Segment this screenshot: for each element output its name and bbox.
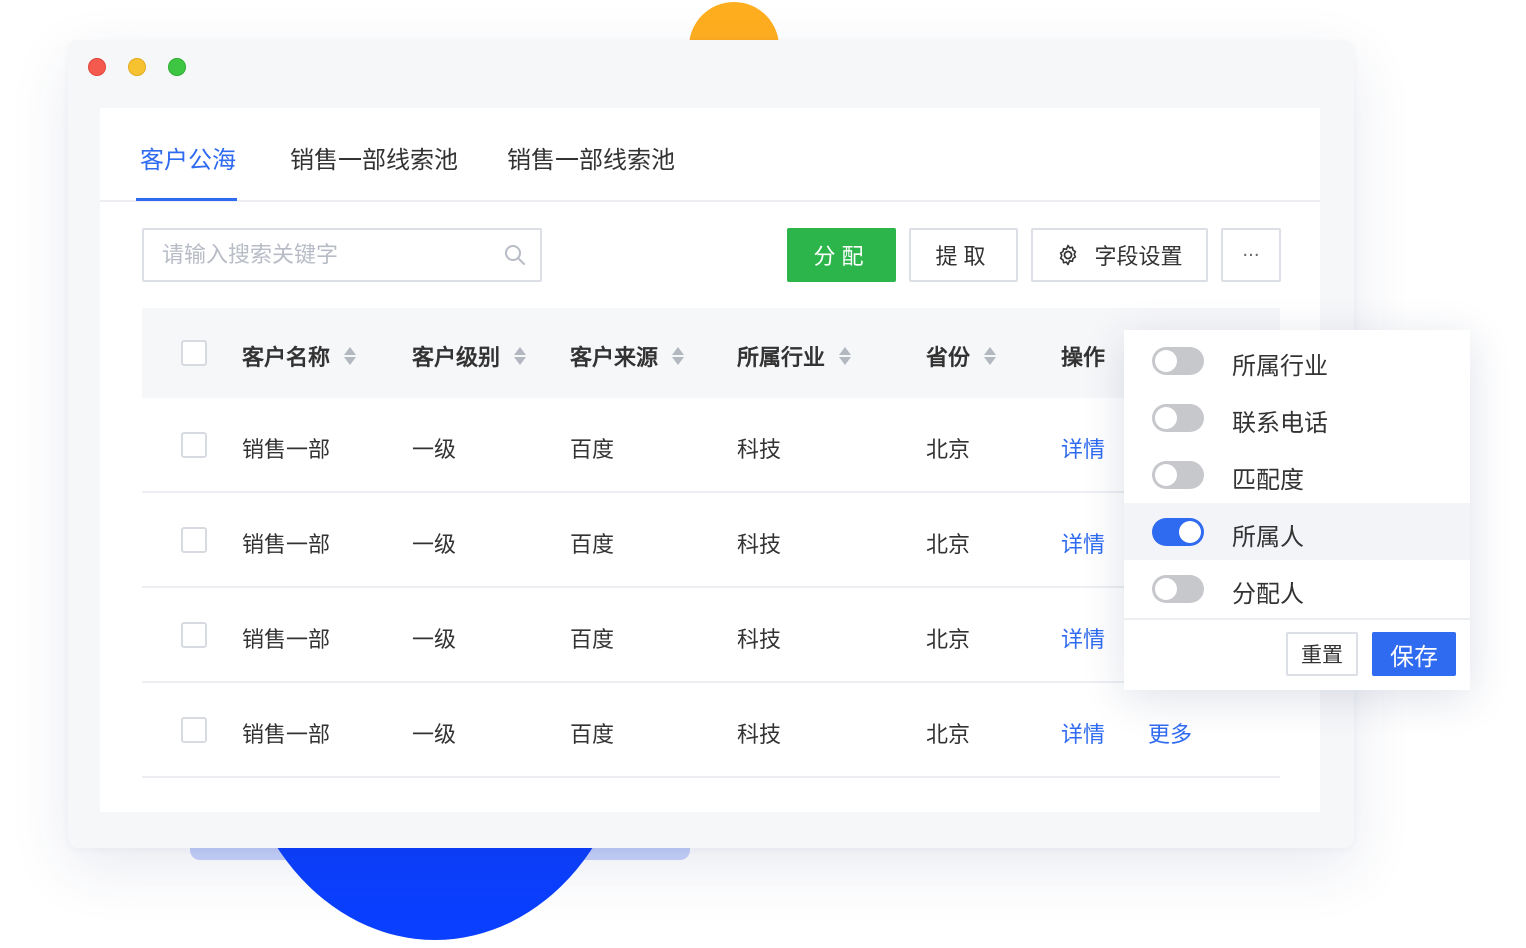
detail-link[interactable]: 详情	[1061, 432, 1105, 464]
header-label: 省份	[926, 346, 971, 371]
stage: 客户公海 销售一部线索池 销售一部线索池 分配 提取	[0, 0, 1526, 948]
cell-industry: 科技	[737, 628, 782, 653]
cell-source: 百度	[570, 533, 615, 558]
tab-sales-leads-2[interactable]: 销售一部线索池	[507, 140, 675, 175]
header-label: 客户名称	[242, 346, 331, 371]
cell-source: 百度	[570, 723, 615, 748]
header-label: 所属行业	[737, 346, 826, 371]
cell-name: 销售一部	[242, 628, 331, 653]
row-checkbox[interactable]	[181, 527, 207, 553]
header-province[interactable]: 省份	[926, 340, 997, 372]
active-tab-indicator	[136, 198, 237, 201]
cell-province: 北京	[926, 533, 971, 558]
search-box	[142, 228, 542, 282]
field-option-label: 所属人	[1232, 523, 1304, 551]
window-maximize-button[interactable]	[168, 58, 186, 76]
window-close-button[interactable]	[88, 58, 106, 76]
cell-level: 一级	[412, 628, 457, 653]
field-option-label: 所属行业	[1232, 352, 1328, 380]
toggle-knob	[1155, 407, 1177, 429]
table-row: 销售一部 一级 百度 科技 北京 详情	[142, 588, 1280, 683]
cell-name: 销售一部	[242, 533, 331, 558]
row-checkbox[interactable]	[181, 622, 207, 648]
sort-icon[interactable]	[344, 345, 357, 367]
table-row: 销售一部 一级 百度 科技 北京 详情	[142, 398, 1280, 493]
header-customer-source[interactable]: 客户来源	[570, 340, 685, 372]
cell-level: 一级	[412, 723, 457, 748]
cell-industry: 科技	[737, 438, 782, 463]
more-options-button[interactable]: ···	[1221, 228, 1281, 282]
tab-customer-pool[interactable]: 客户公海	[140, 140, 236, 175]
detail-link[interactable]: 详情	[1061, 717, 1105, 749]
cell-level: 一级	[412, 438, 457, 463]
field-toggle[interactable]	[1152, 575, 1204, 603]
sort-icon[interactable]	[514, 345, 527, 367]
window-minimize-button[interactable]	[128, 58, 146, 76]
field-option-label: 联系电话	[1232, 409, 1328, 437]
tab-sales-leads-1[interactable]: 销售一部线索池	[290, 140, 458, 175]
header-customer-level[interactable]: 客户级别	[412, 340, 527, 372]
cell-province: 北京	[926, 723, 971, 748]
field-settings-label: 字段设置	[1094, 245, 1183, 270]
cell-name: 销售一部	[242, 438, 331, 463]
row-checkbox[interactable]	[181, 717, 207, 743]
sort-icon[interactable]	[839, 345, 852, 367]
cell-industry: 科技	[737, 723, 782, 748]
table-row: 销售一部 一级 百度 科技 北京 详情	[142, 493, 1280, 588]
field-settings-popover: 所属行业 联系电话 匹配度 所属人 分配人 重置 保存	[1124, 330, 1470, 690]
header-customer-name[interactable]: 客户名称	[242, 340, 357, 372]
header-label: 客户来源	[570, 346, 659, 371]
gear-icon	[1060, 244, 1077, 266]
sort-icon[interactable]	[672, 345, 685, 367]
tab-bar: 客户公海 销售一部线索池 销售一部线索池	[100, 108, 1320, 202]
field-toggle[interactable]	[1152, 404, 1204, 432]
assign-button[interactable]: 分配	[787, 228, 896, 282]
field-option-phone[interactable]: 联系电话	[1124, 389, 1470, 446]
field-option-match[interactable]: 匹配度	[1124, 446, 1470, 503]
row-checkbox[interactable]	[181, 432, 207, 458]
field-option-owner[interactable]: 所属人	[1124, 503, 1470, 560]
field-option-assigner[interactable]: 分配人	[1124, 560, 1470, 617]
cell-province: 北京	[926, 438, 971, 463]
search-icon[interactable]	[504, 244, 526, 266]
toggle-knob	[1155, 350, 1177, 372]
more-link[interactable]: 更多	[1148, 717, 1192, 749]
header-label: 客户级别	[412, 346, 501, 371]
toggle-knob	[1179, 521, 1201, 543]
cell-source: 百度	[570, 628, 615, 653]
field-option-label: 分配人	[1232, 580, 1304, 608]
field-option-industry[interactable]: 所属行业	[1124, 332, 1470, 389]
field-option-label: 匹配度	[1232, 466, 1304, 494]
search-input[interactable]	[162, 240, 492, 270]
header-industry[interactable]: 所属行业	[737, 340, 852, 372]
sort-icon[interactable]	[984, 345, 997, 367]
field-toggle[interactable]	[1152, 518, 1204, 546]
select-all-checkbox[interactable]	[181, 340, 207, 366]
header-actions: 操作	[1061, 346, 1106, 371]
cell-level: 一级	[412, 533, 457, 558]
cell-industry: 科技	[737, 533, 782, 558]
reset-button[interactable]: 重置	[1286, 632, 1358, 676]
cell-province: 北京	[926, 628, 971, 653]
field-toggle[interactable]	[1152, 461, 1204, 489]
cell-name: 销售一部	[242, 723, 331, 748]
toggle-knob	[1155, 464, 1177, 486]
extract-button[interactable]: 提取	[909, 228, 1018, 282]
cell-source: 百度	[570, 438, 615, 463]
toggle-knob	[1155, 578, 1177, 600]
table-header: 客户名称 客户级别 客户来源 所属行业 省份 操作	[142, 308, 1280, 398]
popover-divider	[1124, 618, 1470, 620]
field-settings-button[interactable]: 字段设置	[1031, 228, 1208, 282]
table-row: 销售一部 一级 百度 科技 北京 详情 更多	[142, 683, 1280, 778]
save-button[interactable]: 保存	[1372, 632, 1456, 676]
detail-link[interactable]: 详情	[1061, 527, 1105, 559]
detail-link[interactable]: 详情	[1061, 622, 1105, 654]
field-toggle[interactable]	[1152, 347, 1204, 375]
